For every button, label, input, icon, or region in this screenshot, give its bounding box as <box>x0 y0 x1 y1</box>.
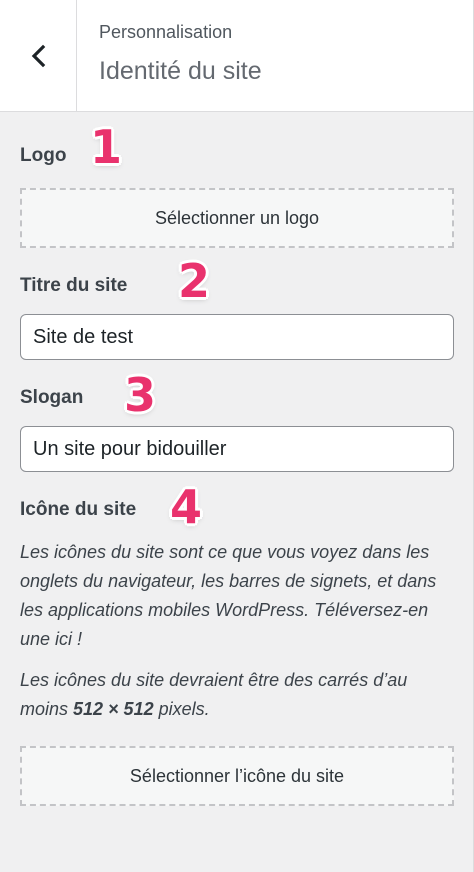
site-icon-size-note: Les icônes du site devraient être des ca… <box>20 666 453 724</box>
badge-1: 1 <box>90 120 123 174</box>
size-note-dimensions: 512 × 512 <box>73 699 154 719</box>
tagline-label-text: Slogan <box>20 387 84 408</box>
tagline-section-header: Slogan 3 <box>20 372 453 422</box>
panel-content: Logo 1 Sélectionner un logo Titre du sit… <box>0 124 473 806</box>
badge-3: 3 <box>124 368 157 422</box>
site-icon-label-text: Icône du site <box>20 499 137 520</box>
site-title-label-text: Titre du site <box>20 275 128 296</box>
breadcrumb: Personnalisation <box>99 22 233 42</box>
select-site-icon-button[interactable]: Sélectionner l’icône du site <box>20 746 454 806</box>
page-title: Identité du site <box>99 57 262 85</box>
site-title-label: Titre du site 2 <box>20 258 210 304</box>
select-logo-button-label: Sélectionner un logo <box>154 207 320 228</box>
logo-label: Logo 1 <box>20 124 122 170</box>
size-note-suffix: pixels. <box>153 699 210 719</box>
tagline-label: Slogan 3 <box>20 372 156 418</box>
select-logo-button[interactable]: Sélectionner un logo <box>20 188 454 248</box>
site-icon-section-header: Icône du site 4 <box>20 484 453 534</box>
badge-4: 4 <box>170 480 203 534</box>
logo-label-text: Logo <box>20 145 67 166</box>
back-button[interactable] <box>0 0 77 111</box>
chevron-left-icon <box>31 44 46 67</box>
site-title-section-header: Titre du site 2 <box>20 258 453 310</box>
tagline-input[interactable] <box>20 426 454 472</box>
customizer-panel: Personnalisation Identité du site Logo 1… <box>0 0 474 872</box>
logo-section-header: Logo 1 <box>20 124 453 180</box>
site-title-input[interactable] <box>20 314 454 360</box>
panel-header: Personnalisation Identité du site <box>0 0 473 112</box>
header-titles: Personnalisation Identité du site <box>77 0 262 111</box>
site-icon-label: Icône du site 4 <box>20 484 202 530</box>
site-icon-description: Les icônes du site sont ce que vous voye… <box>20 542 437 649</box>
badge-2: 2 <box>178 254 211 308</box>
select-site-icon-button-label: Sélectionner l’icône du site <box>129 765 345 786</box>
